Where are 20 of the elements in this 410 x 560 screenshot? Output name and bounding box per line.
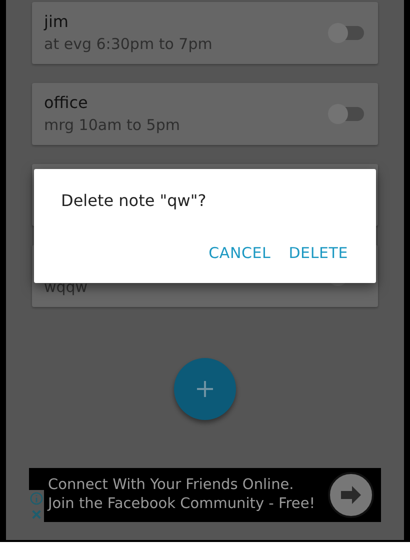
delete-button[interactable]: DELETE: [286, 240, 350, 266]
add-button[interactable]: [174, 358, 236, 420]
note-card[interactable]: office mrg 10am to 5pm: [32, 83, 378, 145]
close-icon[interactable]: [31, 509, 42, 520]
ad-banner[interactable]: Connect With Your Friends Online. Join the Facebook Community - Free!: [29, 468, 381, 522]
note-card[interactable]: jim at evg 6:30pm to 7pm: [32, 2, 378, 64]
cancel-button[interactable]: CANCEL: [206, 240, 273, 266]
arrow-button[interactable]: [328, 472, 374, 518]
plus-icon: [195, 379, 215, 399]
note-title: jim: [44, 12, 70, 32]
ad-text: Connect With Your Friends Online.: [48, 476, 295, 495]
note-time: at evg 6:30pm to 7pm: [44, 34, 214, 54]
toggle-switch[interactable]: [330, 107, 364, 121]
info-icon[interactable]: [30, 492, 43, 505]
dialog-message: Delete note "qw"?: [61, 191, 208, 210]
ad-text: Join the Facebook Community - Free!: [48, 495, 316, 514]
arrow-right-icon: [339, 485, 363, 505]
note-time: mrg 10am to 5pm: [44, 115, 181, 135]
toggle-switch[interactable]: [330, 26, 364, 40]
note-title: office: [44, 93, 89, 113]
